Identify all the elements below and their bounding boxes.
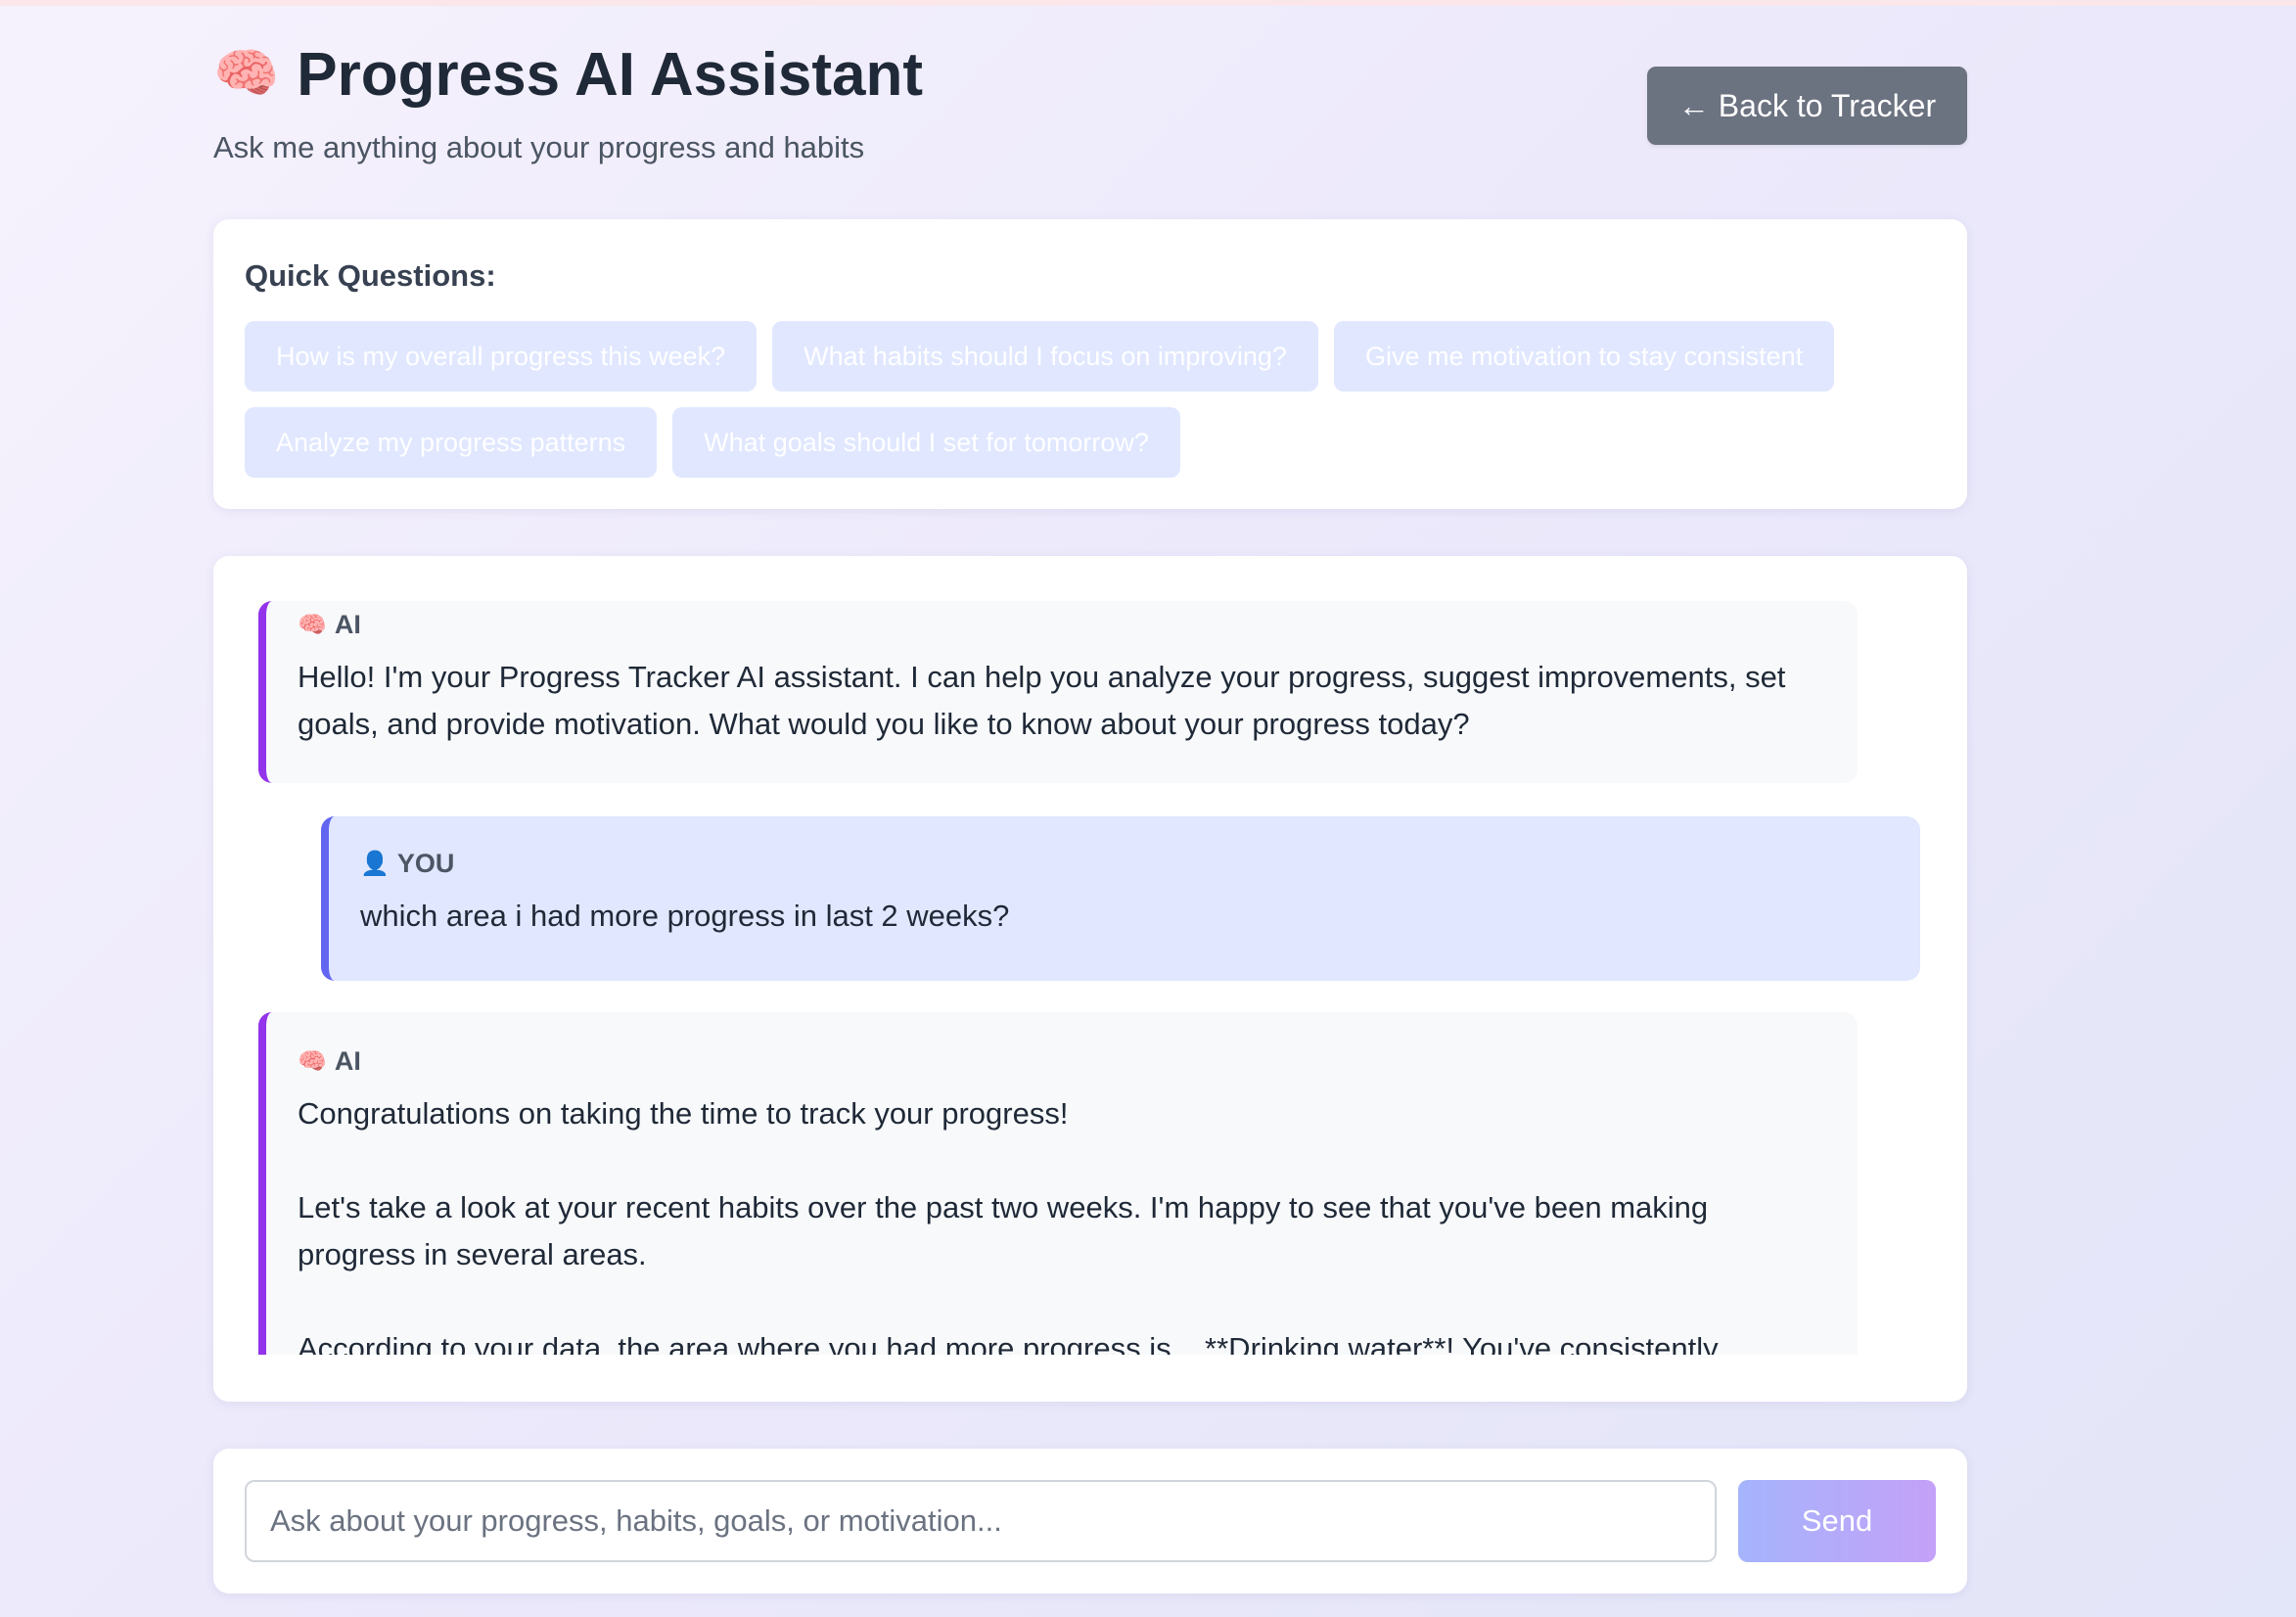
message-sender-label: YOU (396, 848, 455, 878)
brain-icon: 🧠 (298, 611, 327, 638)
send-button[interactable]: Send (1738, 1480, 1936, 1562)
chat-panel[interactable]: 🧠 AI Hello! I'm your Progress Tracker AI… (213, 556, 1967, 1402)
quick-question-overall-progress[interactable]: How is my overall progress this week? (245, 321, 758, 392)
message-paragraph: Let's take a look at your recent habits … (298, 1190, 1709, 1271)
chat-message-user: 👤 YOU which area i had more progress in … (321, 816, 1920, 981)
message-sender-label: AI (334, 609, 361, 639)
chat-input[interactable] (245, 1480, 1717, 1562)
brain-icon: 🧠 (213, 44, 280, 103)
quick-question-motivation[interactable]: Give me motivation to stay consistent (1333, 321, 1835, 392)
chat-messages[interactable]: 🧠 AI Hello! I'm your Progress Tracker AI… (213, 601, 1967, 1355)
page-subtitle: Ask me anything about your progress and … (213, 130, 865, 164)
message-text: Hello! I'm your Progress Tracker AI assi… (298, 654, 1858, 748)
message-text: which area i had more progress in last 2… (360, 893, 1920, 940)
message-paragraph: Congratulations on taking the time to tr… (298, 1096, 1069, 1131)
page-title-text: Progress AI Assistant (297, 41, 923, 109)
chat-input-bar: Send (213, 1449, 1967, 1594)
message-paragraph: Hello! I'm your Progress Tracker AI assi… (298, 660, 1786, 741)
message-text: Congratulations on taking the time to tr… (298, 1090, 1858, 1355)
quick-question-habits-focus[interactable]: What habits should I focus on improving? (772, 321, 1318, 392)
page-title: 🧠 Progress AI Assistant (213, 35, 923, 114)
message-sender: 🧠 AI (298, 607, 1858, 642)
message-sender-label: AI (334, 1045, 361, 1076)
back-to-tracker-button[interactable]: ← Back to Tracker (1647, 67, 1967, 145)
message-paragraph: According to your data, the area where y… (298, 1331, 1719, 1355)
quick-questions-card: Quick Questions: How is my overall progr… (213, 219, 1967, 509)
quick-question-goals-tomorrow[interactable]: What goals should I set for tomorrow? (672, 407, 1180, 478)
top-accent-line (0, 0, 2296, 6)
quick-questions-title: Quick Questions: (245, 258, 496, 293)
message-sender: 👤 YOU (360, 846, 1920, 881)
message-sender: 🧠 AI (298, 1043, 1858, 1079)
user-icon: 👤 (360, 850, 390, 877)
chat-message-ai: 🧠 AI Congratulations on taking the time … (258, 1012, 1858, 1355)
page-header: 🧠 Progress AI Assistant Ask me anything a… (213, 35, 1967, 172)
brain-icon: 🧠 (298, 1047, 327, 1075)
chat-message-ai: 🧠 AI Hello! I'm your Progress Tracker AI… (258, 601, 1858, 783)
quick-question-analyze-patterns[interactable]: Analyze my progress patterns (245, 407, 658, 478)
quick-questions-list: How is my overall progress this week? Wh… (245, 321, 1948, 478)
message-paragraph: which area i had more progress in last 2… (360, 899, 1010, 933)
